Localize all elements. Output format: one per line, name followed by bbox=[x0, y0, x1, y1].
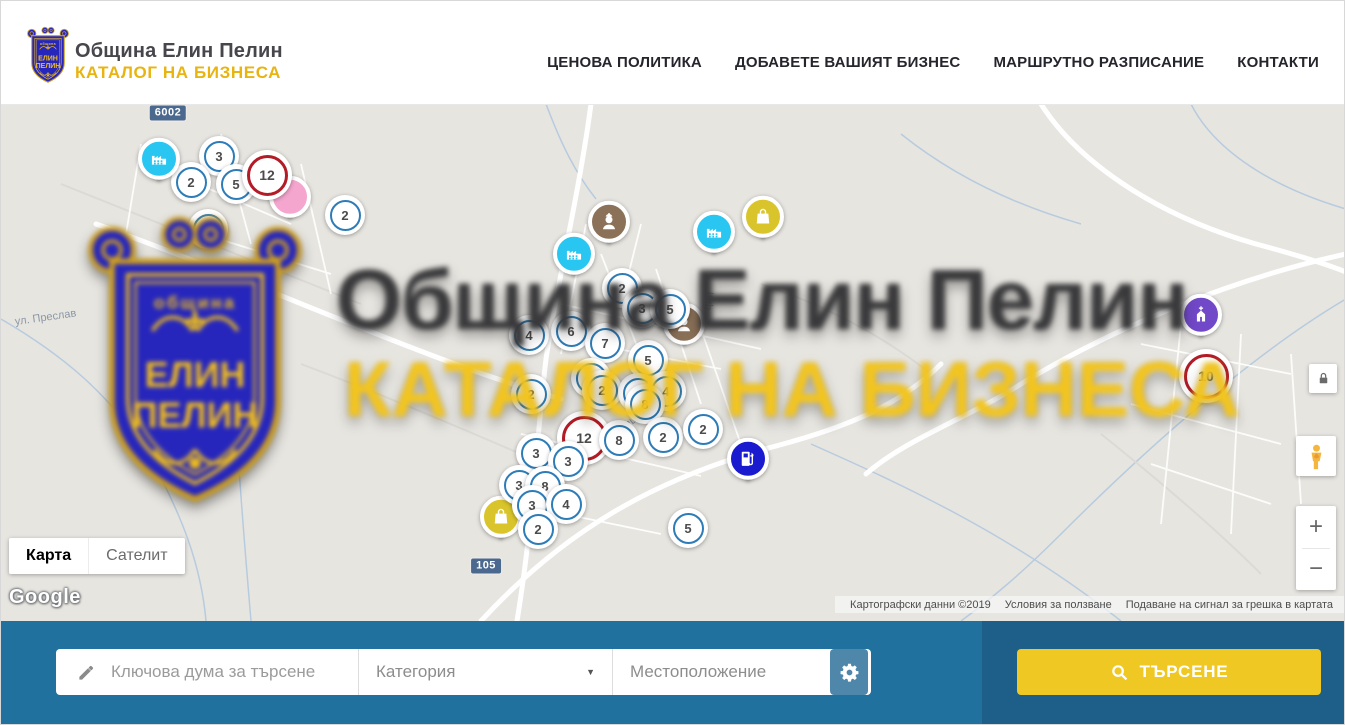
cluster-marker[interactable]: 7 bbox=[585, 323, 625, 363]
nav-route-schedule[interactable]: МАРШРУТНО РАЗПИСАНИЕ bbox=[993, 54, 1204, 71]
marker-layer: 32512222354675422748221283338342510 bbox=[1, 104, 1345, 621]
map-type-control: Карта Сателит bbox=[9, 538, 185, 574]
cluster-count: 4 bbox=[551, 489, 582, 520]
padlock-icon bbox=[1316, 371, 1331, 386]
pencil-icon bbox=[77, 663, 96, 682]
report-error-link[interactable]: Подаване на сигнал за грешка в картата bbox=[1119, 599, 1340, 611]
search-bar-panel: Категория ▼ Местоположение ▼ bbox=[1, 621, 982, 725]
map-canvas[interactable]: 6002105ул. Преславбул. „Новоселци“ции 32… bbox=[1, 104, 1345, 621]
location-value: Местоположение bbox=[630, 662, 766, 682]
cluster-marker[interactable]: 2 bbox=[188, 209, 228, 249]
zoom-control: + − bbox=[1296, 506, 1336, 590]
category-pin-factory[interactable] bbox=[693, 211, 735, 253]
keyword-input[interactable] bbox=[109, 661, 343, 683]
page: община ЕЛИН ПЕЛИН Община Елин Пелин КАТА… bbox=[0, 0, 1345, 725]
cluster-count: 2 bbox=[330, 200, 361, 231]
cluster-count: 7 bbox=[590, 328, 621, 359]
cluster-marker[interactable]: 10 bbox=[1179, 349, 1233, 403]
category-pin-bag[interactable] bbox=[742, 196, 784, 238]
advanced-settings-button[interactable] bbox=[830, 649, 868, 695]
nav-pricing-policy[interactable]: ЦЕНОВА ПОЛИТИКА bbox=[547, 54, 702, 71]
cluster-marker[interactable]: 12 bbox=[242, 150, 292, 200]
nav-contacts[interactable]: КОНТАКТИ bbox=[1237, 54, 1319, 71]
cluster-count: 2 bbox=[193, 214, 224, 245]
search-button-label: ТЪРСЕНЕ bbox=[1140, 662, 1229, 682]
zoom-in-button[interactable]: + bbox=[1296, 506, 1336, 548]
cluster-count: 6 bbox=[556, 316, 587, 347]
cluster-marker[interactable]: 2 bbox=[683, 409, 723, 449]
fullscreen-lock-button[interactable] bbox=[1309, 364, 1337, 393]
cluster-marker[interactable]: 8 bbox=[599, 420, 639, 460]
pin-icon-disc bbox=[1180, 294, 1222, 336]
zoom-out-button[interactable]: − bbox=[1296, 549, 1336, 591]
cluster-marker[interactable]: 4 bbox=[509, 315, 549, 355]
magnifier-icon bbox=[1110, 663, 1129, 682]
pegman-icon bbox=[1303, 443, 1330, 470]
cluster-count: 12 bbox=[247, 155, 288, 196]
search-fields: Категория ▼ Местоположение ▼ bbox=[56, 649, 871, 695]
cluster-marker[interactable]: 2 bbox=[643, 417, 683, 457]
header: Община Елин Пелин КАТАЛОГ НА БИЗНЕСА ЦЕН… bbox=[1, 1, 1344, 105]
cluster-marker[interactable]: 2 bbox=[325, 195, 365, 235]
municipality-crest-logo bbox=[26, 26, 70, 84]
cluster-count: 3 bbox=[521, 438, 552, 469]
pin-icon-disc bbox=[553, 233, 595, 275]
map-type-map-button[interactable]: Карта bbox=[9, 538, 88, 574]
terms-link[interactable]: Условия за ползване bbox=[998, 599, 1119, 611]
pin-icon-disc bbox=[727, 438, 769, 480]
pin-icon-disc bbox=[742, 196, 784, 238]
cluster-count: 2 bbox=[523, 514, 554, 545]
category-value: Категория bbox=[376, 662, 455, 682]
site-title: Община Елин Пелин bbox=[75, 40, 283, 63]
map-type-satellite-button[interactable]: Сателит bbox=[88, 538, 184, 574]
gear-icon bbox=[839, 662, 860, 683]
map-copyright: Картографски данни ©2019 bbox=[843, 599, 998, 611]
cluster-count: 5 bbox=[673, 513, 704, 544]
cluster-count: 5 bbox=[655, 294, 686, 325]
map-attribution: Картографски данни ©2019 Условия за полз… bbox=[835, 596, 1345, 613]
cluster-count: 2 bbox=[516, 379, 547, 410]
google-logo[interactable]: Google bbox=[9, 586, 81, 609]
search-submit-panel: ТЪРСЕНЕ bbox=[982, 621, 1345, 725]
cluster-count: 4 bbox=[514, 320, 545, 351]
cluster-marker[interactable]: 5 bbox=[650, 289, 690, 329]
cluster-marker[interactable]: 2 bbox=[582, 370, 622, 410]
cluster-marker[interactable]: 2 bbox=[511, 374, 551, 414]
chevron-down-icon: ▼ bbox=[586, 667, 595, 677]
keyword-field[interactable] bbox=[56, 649, 359, 695]
cluster-count: 8 bbox=[630, 389, 661, 420]
cluster-count: 2 bbox=[688, 414, 719, 445]
category-pin-factory[interactable] bbox=[553, 233, 595, 275]
pin-icon-disc bbox=[138, 138, 180, 180]
category-pin-factory[interactable] bbox=[138, 138, 180, 180]
cluster-marker[interactable]: 5 bbox=[668, 508, 708, 548]
cluster-count: 8 bbox=[604, 425, 635, 456]
cluster-count: 10 bbox=[1184, 354, 1229, 399]
cluster-count: 2 bbox=[648, 422, 679, 453]
category-pin-fuel[interactable] bbox=[727, 438, 769, 480]
cluster-count: 2 bbox=[176, 167, 207, 198]
pin-icon-disc bbox=[693, 211, 735, 253]
site-subtitle: КАТАЛОГ НА БИЗНЕСА bbox=[75, 63, 283, 83]
cluster-marker[interactable]: 2 bbox=[518, 509, 558, 549]
street-view-pegman-button[interactable] bbox=[1296, 436, 1336, 476]
main-nav: ЦЕНОВА ПОЛИТИКА ДОБАВЕТЕ ВАШИЯТ БИЗНЕС М… bbox=[547, 54, 1319, 71]
category-dropdown[interactable]: Категория ▼ bbox=[359, 649, 613, 695]
category-pin-church[interactable] bbox=[1180, 294, 1222, 336]
search-button[interactable]: ТЪРСЕНЕ bbox=[1017, 649, 1321, 695]
nav-add-your-business[interactable]: ДОБАВЕТЕ ВАШИЯТ БИЗНЕС bbox=[735, 54, 960, 71]
cluster-count: 2 bbox=[587, 375, 618, 406]
cluster-count: 5 bbox=[633, 345, 664, 376]
